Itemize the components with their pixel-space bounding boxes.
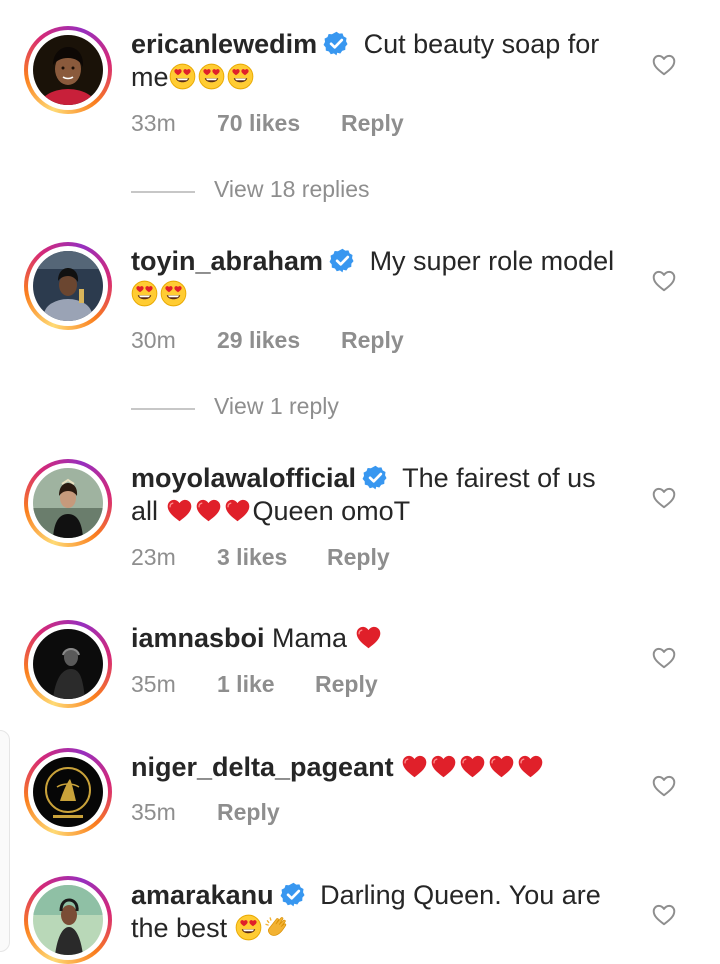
reply-button[interactable]: Reply	[315, 671, 378, 698]
heart-eyes-emoji-icon	[235, 914, 262, 941]
red-heart-emoji-icon	[459, 753, 486, 780]
avatar[interactable]	[24, 620, 112, 708]
red-heart-emoji-icon	[166, 497, 193, 524]
comment-text: iamnasboi Mama	[131, 622, 621, 655]
timestamp: 35m	[131, 671, 176, 697]
heart-eyes-emoji-icon	[198, 63, 225, 90]
timestamp: 35m	[131, 799, 176, 825]
red-heart-emoji-icon	[355, 624, 382, 651]
view-replies-button[interactable]: View 18 replies	[131, 176, 391, 206]
comment-body-suffix: Queen omoT	[252, 496, 411, 526]
comment-text: ericanlewedim Cut beauty soap for me	[131, 28, 621, 94]
red-heart-emoji-icon	[517, 753, 544, 780]
comment-body: My super role model	[362, 246, 615, 276]
username[interactable]: toyin_abraham	[131, 246, 323, 276]
comment-body: Mama	[264, 623, 355, 653]
replies-divider	[131, 408, 195, 410]
comment-text: niger_delta_pageant	[131, 751, 621, 784]
comment-meta: 30m 29 likes Reply	[131, 327, 404, 354]
heart-eyes-emoji-icon	[131, 280, 158, 307]
username[interactable]: amarakanu	[131, 880, 274, 910]
replies-divider	[131, 191, 195, 193]
view-replies-button[interactable]: View 1 reply	[131, 393, 371, 423]
avatar-image	[33, 629, 103, 699]
red-heart-emoji-icon	[430, 753, 457, 780]
heart-eyes-emoji-icon	[169, 63, 196, 90]
like-heart-icon[interactable]	[650, 902, 678, 928]
heart-eyes-emoji-icon	[227, 63, 254, 90]
verified-badge-icon	[323, 30, 350, 57]
username[interactable]: iamnasboi	[131, 623, 265, 653]
username[interactable]: ericanlewedim	[131, 29, 317, 59]
timestamp: 30m	[131, 327, 176, 353]
likes-count[interactable]: 3 likes	[217, 544, 327, 571]
side-edge-handle	[0, 730, 10, 952]
comment-body	[394, 752, 402, 782]
avatar-image	[33, 468, 103, 538]
comment-text: toyin_abraham My super role model	[131, 245, 621, 311]
like-heart-icon[interactable]	[650, 268, 678, 294]
reply-button[interactable]: Reply	[341, 110, 404, 137]
avatar-image	[33, 251, 103, 321]
like-heart-icon[interactable]	[650, 485, 678, 511]
username[interactable]: niger_delta_pageant	[131, 752, 394, 782]
red-heart-emoji-icon	[488, 753, 515, 780]
likes-count[interactable]: 29 likes	[217, 327, 341, 354]
avatar[interactable]	[24, 748, 112, 836]
comment-meta: 33m 70 likes Reply	[131, 110, 404, 137]
likes-count[interactable]: 70 likes	[217, 110, 341, 137]
reply-button[interactable]: Reply	[217, 799, 280, 826]
comment-meta: 23m 3 likes Reply	[131, 544, 390, 571]
red-heart-emoji-icon	[224, 497, 251, 524]
comment-meta: 35m Reply	[131, 799, 280, 826]
like-heart-icon[interactable]	[650, 645, 678, 671]
clapping-hands-emoji-icon	[264, 914, 291, 941]
comment-meta: 35m 1 like Reply	[131, 671, 378, 698]
avatar[interactable]	[24, 459, 112, 547]
verified-badge-icon	[280, 881, 307, 908]
red-heart-emoji-icon	[401, 753, 428, 780]
like-heart-icon[interactable]	[650, 773, 678, 799]
avatar[interactable]	[24, 242, 112, 330]
comment-text: amarakanu Darling Queen. You are the bes…	[131, 879, 621, 945]
timestamp: 23m	[131, 544, 176, 570]
username[interactable]: moyolawalofficial	[131, 463, 356, 493]
likes-count[interactable]: 1 like	[217, 671, 315, 698]
avatar[interactable]	[24, 26, 112, 114]
comment-text: moyolawalofficial The fairest of us all …	[131, 462, 621, 528]
heart-eyes-emoji-icon	[160, 280, 187, 307]
timestamp: 33m	[131, 110, 176, 136]
avatar-image	[33, 757, 103, 827]
reply-button[interactable]: Reply	[327, 544, 390, 571]
avatar-image	[33, 35, 103, 105]
red-heart-emoji-icon	[195, 497, 222, 524]
avatar-image	[33, 885, 103, 955]
verified-badge-icon	[362, 464, 389, 491]
reply-button[interactable]: Reply	[341, 327, 404, 354]
like-heart-icon[interactable]	[650, 52, 678, 78]
verified-badge-icon	[329, 247, 356, 274]
avatar[interactable]	[24, 876, 112, 964]
